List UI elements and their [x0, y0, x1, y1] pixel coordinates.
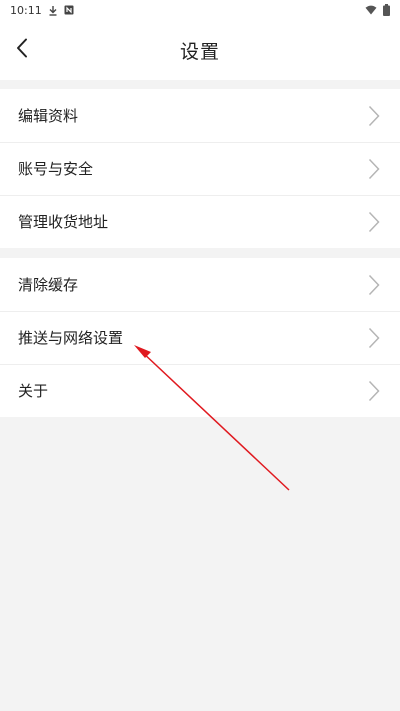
settings-item-push-network[interactable]: 推送与网络设置 [0, 311, 400, 364]
settings-item-label: 管理收货地址 [18, 213, 109, 231]
chevron-right-icon [368, 327, 380, 349]
settings-item-about[interactable]: 关于 [0, 364, 400, 417]
status-right [365, 4, 390, 16]
chevron-right-icon [368, 380, 380, 402]
settings-item-label: 账号与安全 [18, 160, 94, 178]
chevron-right-icon [368, 274, 380, 296]
settings-group-account: 编辑资料 账号与安全 管理收货地址 [0, 89, 400, 248]
status-left: 10:11 [10, 4, 74, 17]
chevron-left-icon [16, 38, 28, 62]
navigation-header: 设置 [0, 20, 400, 80]
wifi-icon [365, 5, 377, 15]
back-button[interactable] [0, 20, 44, 80]
settings-item-edit-profile[interactable]: 编辑资料 [0, 89, 400, 142]
settings-group-general: 清除缓存 推送与网络设置 关于 [0, 258, 400, 417]
settings-item-label: 关于 [18, 382, 49, 400]
settings-item-label: 推送与网络设置 [18, 329, 124, 347]
download-icon [48, 5, 58, 16]
settings-item-shipping-address[interactable]: 管理收货地址 [0, 195, 400, 248]
settings-item-account-security[interactable]: 账号与安全 [0, 142, 400, 195]
settings-item-clear-cache[interactable]: 清除缓存 [0, 258, 400, 311]
status-bar: 10:11 [0, 0, 400, 20]
settings-item-label: 清除缓存 [18, 276, 79, 294]
notification-icon [64, 5, 74, 15]
chevron-right-icon [368, 158, 380, 180]
status-time: 10:11 [10, 3, 42, 17]
chevron-right-icon [368, 105, 380, 127]
page-title: 设置 [179, 40, 220, 63]
settings-screen: 10:11 设置 编辑资料 账号与安全 管理收货地址 清除缓存 推送与网络设置 … [0, 0, 400, 711]
battery-icon [383, 4, 390, 16]
settings-item-label: 编辑资料 [18, 107, 79, 125]
chevron-right-icon [368, 211, 380, 233]
